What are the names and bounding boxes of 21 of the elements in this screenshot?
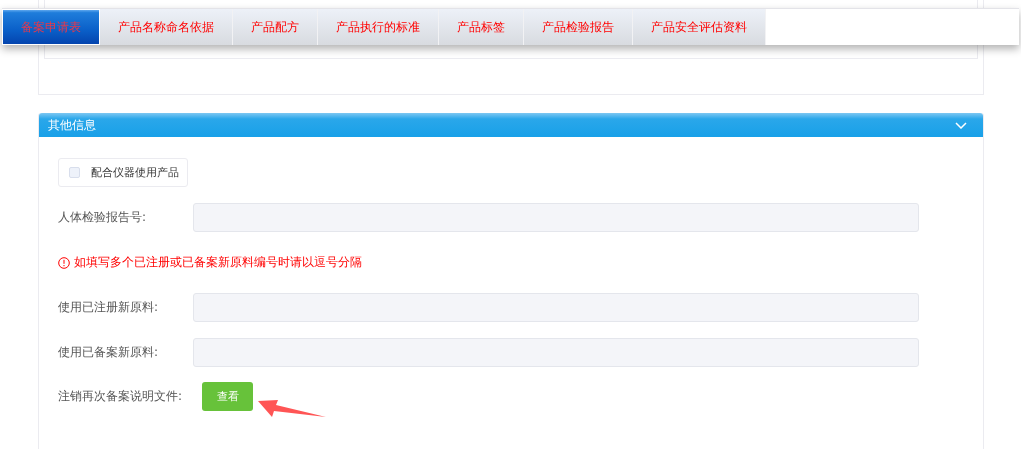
field-label: 使用已备案新原料: [58,344,160,361]
chevron-down-icon[interactable] [955,121,967,129]
tab[interactable]: 产品标签 [439,9,524,45]
input-field[interactable] [193,293,919,322]
warning-icon [58,256,70,269]
view-button[interactable]: 查看 [202,382,253,411]
field-label: 使用已注册新原料: [58,299,160,316]
checkbox[interactable] [69,167,80,178]
tab[interactable]: 产品配方 [233,9,318,45]
section-title: 其他信息 [48,116,96,134]
checkbox-label: 配合仪器使用产品 [91,165,179,180]
tab[interactable]: 产品名称命名依据 [100,9,233,45]
warning-text: 如填写多个已注册或已备案新原料编号时请以逗号分隔 [74,254,362,271]
tab[interactable]: 产品执行的标准 [318,9,439,45]
field-label: 注销再次备案说明文件: [58,388,184,405]
section-header[interactable]: 其他信息 [39,113,983,137]
field-label: 人体检验报告号: [58,209,148,226]
tab[interactable]: 产品安全评估资料 [633,9,766,45]
tab[interactable]: 产品检验报告 [524,9,633,45]
input-field[interactable] [193,203,919,232]
input-field[interactable] [193,338,919,367]
